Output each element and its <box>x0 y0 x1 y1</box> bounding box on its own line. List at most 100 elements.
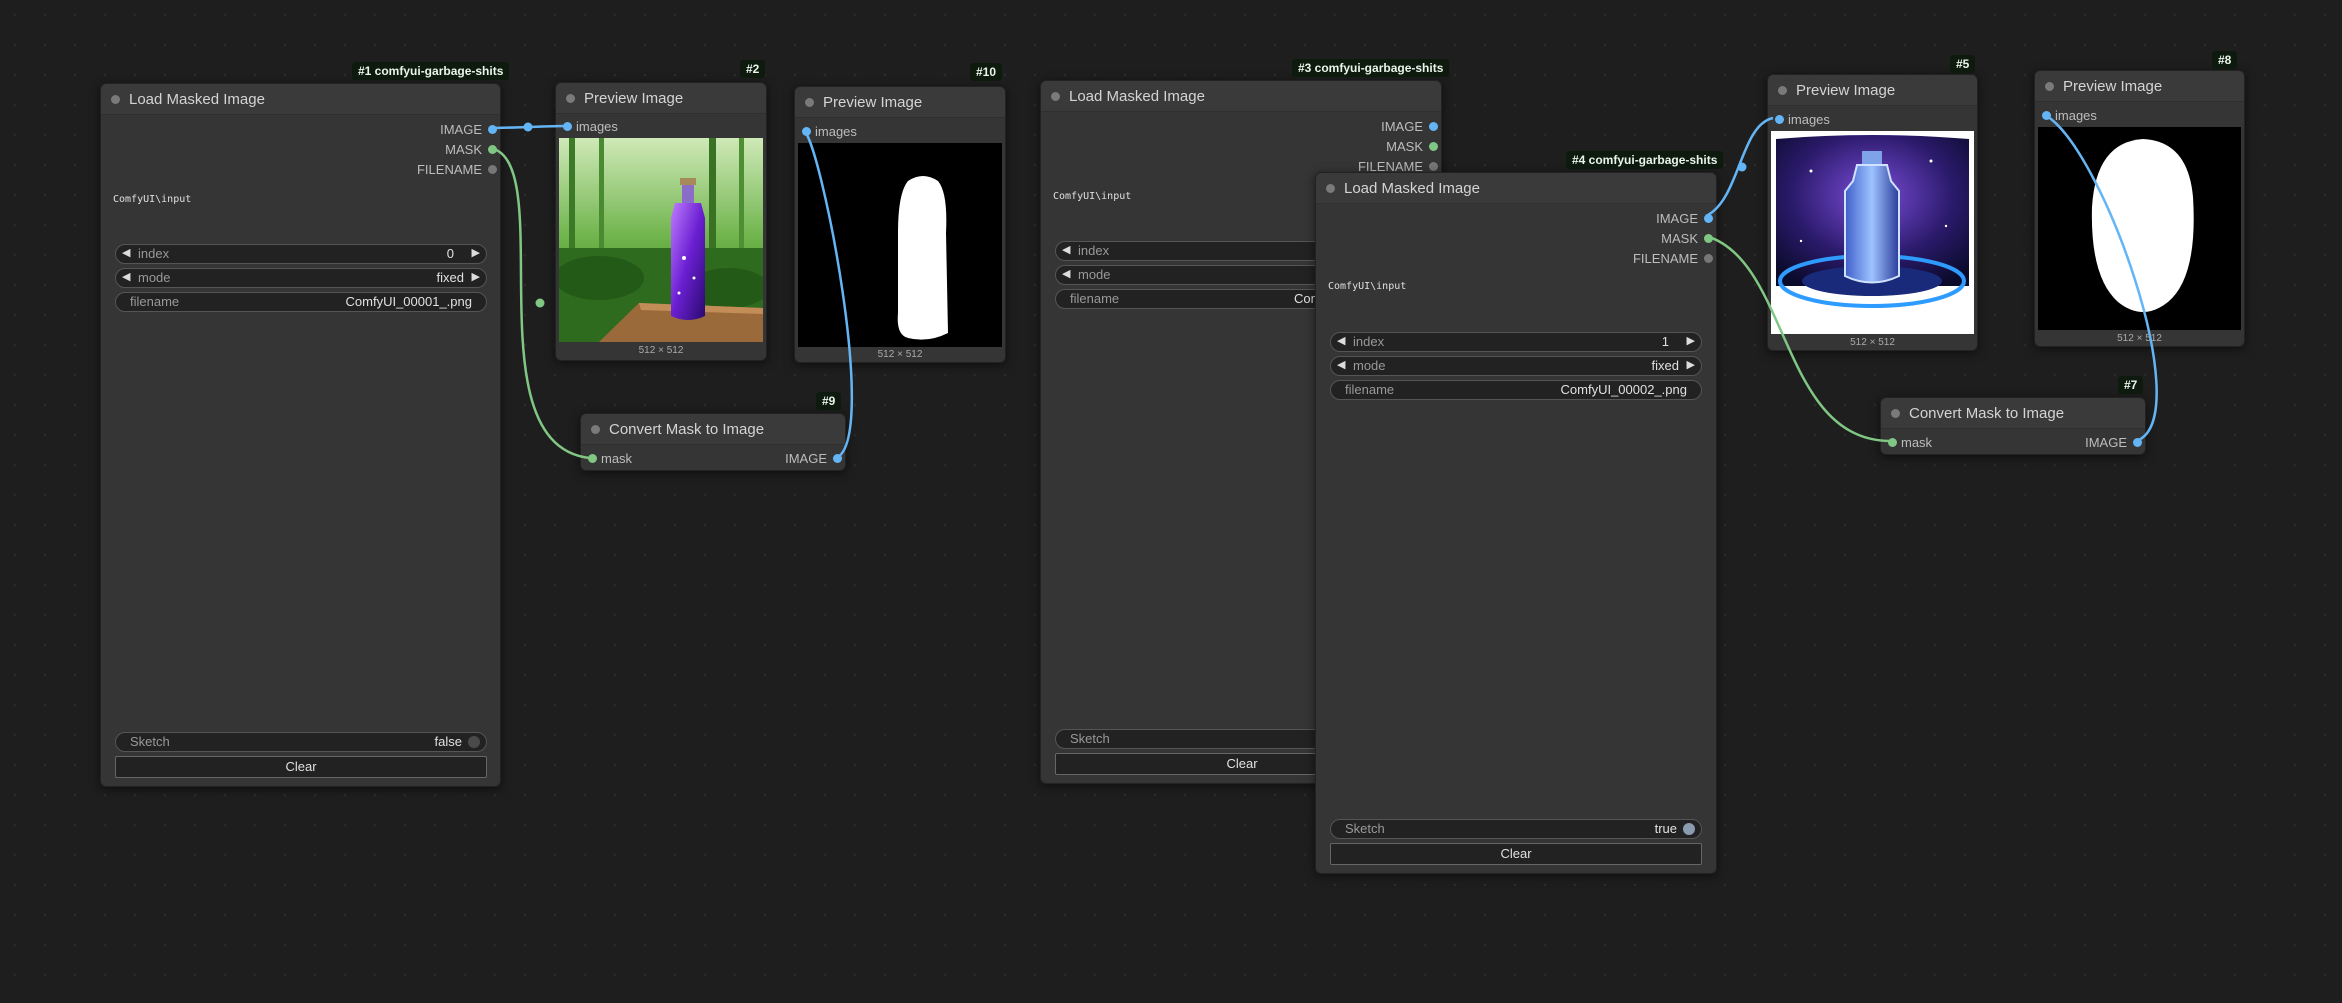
output-filename-socket[interactable] <box>1429 162 1438 171</box>
image-dimensions: 512 × 512 <box>638 345 684 356</box>
input-images-label: images <box>815 124 857 139</box>
preview-image-galaxy-bottle <box>1771 131 1974 334</box>
collapse-dot-icon[interactable] <box>805 98 814 107</box>
decrement-arrow-icon[interactable]: ◀ <box>122 246 130 259</box>
collapse-dot-icon[interactable] <box>1891 409 1900 418</box>
image-dimensions: 512 × 512 <box>877 349 923 360</box>
input-path-text: ComfyUI\input <box>113 194 192 205</box>
collapse-dot-icon[interactable] <box>1778 86 1787 95</box>
preview-image-node-10[interactable]: Preview Image images 512 × 512 <box>794 86 1006 363</box>
preview-image-node-2[interactable]: Preview Image images 512 × 512 <box>555 82 767 361</box>
clear-button[interactable]: Clear <box>1330 843 1702 865</box>
filename-widget[interactable]: filename ComfyUI_00001_.png <box>115 292 487 312</box>
input-mask-label: mask <box>1901 435 1933 450</box>
filename-widget[interactable]: filename ComfyUI_00002_.png <box>1330 380 1702 400</box>
collapse-dot-icon[interactable] <box>1051 92 1060 101</box>
input-mask-socket[interactable] <box>1888 438 1897 447</box>
node-badge: #2 <box>740 60 766 78</box>
collapse-dot-icon[interactable] <box>1326 184 1335 193</box>
decrement-arrow-icon[interactable]: ◀ <box>122 270 130 283</box>
node-title-bar[interactable]: Load Masked Image <box>1041 81 1441 112</box>
increment-arrow-icon[interactable]: ▶ <box>472 246 480 259</box>
toggle-on-icon[interactable] <box>1683 823 1695 835</box>
mode-value: fixed <box>436 270 464 285</box>
node-title-bar[interactable]: Load Masked Image <box>1316 173 1716 204</box>
image-dimensions: 512 × 512 <box>2117 333 2162 344</box>
node-badge: #5 <box>1950 55 1976 73</box>
collapse-dot-icon[interactable] <box>2045 82 2054 91</box>
input-path-text: ComfyUI\input <box>1053 191 1132 202</box>
load-masked-image-node-4[interactable]: Load Masked Image IMAGE MASK FILENAME Co… <box>1315 172 1717 874</box>
decrement-arrow-icon[interactable]: ◀ <box>1337 334 1345 347</box>
load-masked-image-node-1[interactable]: Load Masked Image IMAGE MASK FILENAME Co… <box>100 83 501 787</box>
node-title: Load Masked Image <box>1069 88 1205 105</box>
mode-label: mode <box>1078 267 1111 282</box>
node-badge: #7 <box>2118 376 2144 394</box>
collapse-dot-icon[interactable] <box>111 95 120 104</box>
input-mask-label: mask <box>601 451 633 466</box>
output-image-socket[interactable] <box>833 454 842 463</box>
node-title-bar[interactable]: Preview Image <box>2035 71 2244 102</box>
filename-value: ComfyUI_00001_.png <box>345 294 472 309</box>
node-title: Load Masked Image <box>129 91 265 108</box>
output-image-socket[interactable] <box>2133 438 2142 447</box>
preview-image-node-5[interactable]: Preview Image images 512 × 512 <box>1767 74 1978 351</box>
node-badge: #9 <box>816 392 842 410</box>
filename-label: filename <box>1070 291 1120 306</box>
output-mask-socket[interactable] <box>1429 142 1438 151</box>
sketch-toggle[interactable]: Sketch false <box>115 732 487 752</box>
mode-widget[interactable]: ◀ mode fixed ▶ <box>115 268 487 288</box>
collapse-dot-icon[interactable] <box>566 94 575 103</box>
output-filename-socket[interactable] <box>488 165 497 174</box>
input-images-socket[interactable] <box>802 127 811 136</box>
node-title-bar[interactable]: Convert Mask to Image <box>581 414 845 445</box>
node-title-bar[interactable]: Preview Image <box>1768 75 1977 106</box>
node-title-bar[interactable]: Preview Image <box>556 83 766 114</box>
input-images-label: images <box>576 119 618 134</box>
node-title: Preview Image <box>2063 78 2163 95</box>
input-images-socket[interactable] <box>2042 111 2051 120</box>
index-value: 1 <box>1661 334 1669 349</box>
input-images-socket[interactable] <box>563 122 572 131</box>
output-mask-label: MASK <box>445 142 482 157</box>
sketch-value: true <box>1654 821 1677 836</box>
mode-label: mode <box>1353 358 1386 373</box>
sketch-toggle[interactable]: Sketch true <box>1330 819 1702 839</box>
collapse-dot-icon[interactable] <box>591 425 600 434</box>
output-mask-socket[interactable] <box>1704 234 1713 243</box>
increment-arrow-icon[interactable]: ▶ <box>1687 358 1695 371</box>
toggle-off-icon[interactable] <box>468 736 480 748</box>
increment-arrow-icon[interactable]: ▶ <box>472 270 480 283</box>
output-image-label: IMAGE <box>440 122 482 137</box>
index-widget[interactable]: ◀ index 0 ▶ <box>115 244 487 264</box>
mode-widget[interactable]: ◀ mode fixed ▶ <box>1330 356 1702 376</box>
output-image-socket[interactable] <box>1429 122 1438 131</box>
output-mask-label: MASK <box>1661 231 1698 246</box>
output-image-socket[interactable] <box>488 125 497 134</box>
node-title-bar[interactable]: Load Masked Image <box>101 84 500 115</box>
output-filename-socket[interactable] <box>1704 254 1713 263</box>
clear-button[interactable]: Clear <box>115 756 487 778</box>
input-mask-socket[interactable] <box>588 454 597 463</box>
sketch-label: Sketch <box>1345 821 1385 836</box>
node-badge: #10 <box>970 63 1003 81</box>
increment-arrow-icon[interactable]: ▶ <box>1687 334 1695 347</box>
input-images-socket[interactable] <box>1775 115 1784 124</box>
convert-mask-to-image-node-7[interactable]: Convert Mask to Image mask IMAGE <box>1880 397 2146 455</box>
node-title: Convert Mask to Image <box>609 421 765 438</box>
index-label: index <box>1353 334 1385 349</box>
convert-mask-to-image-node-9[interactable]: Convert Mask to Image mask IMAGE <box>580 413 846 471</box>
decrement-arrow-icon[interactable]: ◀ <box>1062 267 1070 280</box>
filename-value: ComfyUI_00002_.png <box>1560 382 1687 397</box>
output-image-socket[interactable] <box>1704 214 1713 223</box>
decrement-arrow-icon[interactable]: ◀ <box>1337 358 1345 371</box>
decrement-arrow-icon[interactable]: ◀ <box>1062 243 1070 256</box>
output-image-label: IMAGE <box>785 451 827 466</box>
index-widget[interactable]: ◀ index 1 ▶ <box>1330 332 1702 352</box>
preview-image-node-8[interactable]: Preview Image images 512 × 512 <box>2034 70 2245 347</box>
node-title-bar[interactable]: Convert Mask to Image <box>1881 398 2145 429</box>
sketch-label: Sketch <box>1070 731 1110 746</box>
wire-midpoint <box>523 122 533 132</box>
node-title-bar[interactable]: Preview Image <box>795 87 1005 118</box>
output-mask-socket[interactable] <box>488 145 497 154</box>
